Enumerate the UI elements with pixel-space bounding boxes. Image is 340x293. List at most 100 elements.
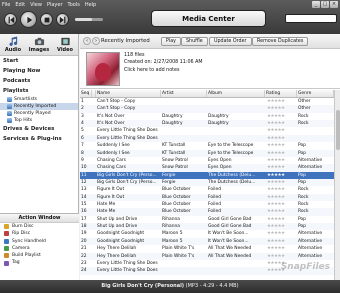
close-button[interactable]: × [330, 1, 338, 8]
table-row[interactable]: 21 Hey There Delilah Plain White T's All Th… [80, 245, 334, 252]
table-row[interactable]: 19 Goodnight Goodnight Maroon 5 It Won't Be… [80, 230, 334, 237]
col-album[interactable]: Album [207, 90, 265, 97]
col-artist[interactable]: Artist [161, 90, 207, 97]
action-item[interactable]: Tag [0, 259, 79, 266]
category-audio[interactable]: Audio [0, 34, 26, 55]
rating-stars-icon[interactable]: ★★★★★ [266, 202, 285, 207]
volume-slider[interactable] [75, 18, 103, 21]
col-name[interactable]: Name [96, 90, 161, 97]
rating-stars-icon[interactable]: ★★★★★ [266, 254, 285, 259]
menu-player[interactable]: Player [47, 1, 63, 9]
category-video[interactable]: Video [52, 34, 78, 55]
table-row[interactable]: 10 Chasing Cars Snow Patrol Eyes Open ★★★★★ A… [80, 164, 334, 172]
back-arrow-icon[interactable]: ‹ [83, 37, 91, 45]
next-button[interactable] [56, 13, 69, 26]
rating-stars-icon[interactable]: ★★★★★ [266, 224, 285, 229]
col-seq[interactable]: Seq [80, 90, 92, 97]
rating-stars-icon[interactable]: ★★★★★ [266, 217, 285, 222]
table-row[interactable]: 2 Can't Stop - Copy ★★★★★ Other [80, 105, 334, 113]
table-row[interactable]: 20 Goodnight Goodnight Maroon 5 It Won't Be… [80, 237, 334, 246]
minimize-button[interactable]: _ [312, 1, 320, 8]
action-icon [4, 246, 9, 252]
table-row[interactable]: 3 It's Not Over Daughtry Daughtry ★★★★★ Rock [80, 113, 334, 120]
previous-button[interactable] [4, 13, 17, 26]
action-item[interactable]: Burn Disc [0, 223, 79, 230]
action-item[interactable]: Rip Disc [0, 230, 79, 237]
update-order-button[interactable]: Update Order [209, 37, 252, 46]
menu-view[interactable]: View [30, 1, 42, 9]
nav-podcasts[interactable]: Podcasts [0, 76, 78, 86]
rating-stars-icon[interactable]: ★★★★★ [266, 128, 285, 133]
nav-start[interactable]: Start [0, 56, 78, 66]
rating-stars-icon[interactable]: ★★★★★ [266, 165, 285, 170]
table-row[interactable]: 18 Shut Up and Drive Rihanna Good Girl Gone… [80, 223, 334, 231]
category-images[interactable]: Images [26, 34, 52, 55]
cell-rating: ★★★★★ [265, 98, 297, 105]
scroll-thumb[interactable] [336, 110, 340, 150]
vertical-scrollbar[interactable] [334, 90, 340, 280]
playlist-recently-imported[interactable]: Recently Imported [0, 103, 78, 110]
playlist-recently-played[interactable]: Recently Played [0, 110, 78, 117]
rating-stars-icon[interactable]: ★★★★★ [266, 158, 285, 163]
cell-album [207, 127, 265, 134]
playlist-smartlists[interactable]: Smartlists [0, 96, 78, 103]
nav-playlists[interactable]: Playlists [0, 86, 78, 96]
action-item[interactable]: Build Playlist [0, 252, 79, 259]
nav-drives-devices[interactable]: Drives & Devices [0, 124, 78, 134]
rating-stars-icon[interactable]: ★★★★★ [266, 173, 285, 178]
rating-stars-icon[interactable]: ★★★★★ [266, 99, 285, 104]
rating-stars-icon[interactable]: ★★★★★ [266, 195, 285, 200]
rating-stars-icon[interactable]: ★★★★★ [266, 246, 285, 251]
table-row[interactable]: 6 Every Little Thing She Does ★★★★★ [80, 134, 334, 143]
search-input[interactable] [285, 14, 337, 23]
menu-tools[interactable]: Tools [68, 1, 80, 9]
table-row[interactable]: 17 Shut Up and Drive Rihanna Good Girl Gone… [80, 216, 334, 223]
menu-file[interactable]: File [2, 1, 10, 9]
table-row[interactable]: 11 Big Girls Don't Cry (Perso... Fergie The… [80, 171, 334, 179]
action-item[interactable]: Sync Handheld [0, 238, 79, 245]
table-row[interactable]: 9 Chasing Cars Snow Patrol Eyes Open ★★★★★ Al… [80, 157, 334, 164]
rating-stars-icon[interactable]: ★★★★★ [266, 180, 285, 185]
cell-name: Goodnight Goodnight [97, 231, 145, 237]
rating-stars-icon[interactable]: ★★★★★ [266, 187, 285, 192]
shuffle-button[interactable]: Shuffle [181, 37, 208, 46]
rating-stars-icon[interactable]: ★★★★★ [266, 209, 285, 214]
col-genre[interactable]: Genre [297, 90, 334, 97]
rating-stars-icon[interactable]: ★★★★★ [266, 151, 285, 156]
nav-playing-now[interactable]: Playing Now [0, 66, 78, 76]
forward-arrow-icon[interactable]: › [92, 37, 100, 45]
cell-rating: ★★★★★ [265, 253, 297, 260]
table-row[interactable]: 14 Figure It Out Blue October Foiled ★★★★★ Ro… [80, 193, 334, 202]
table-row[interactable]: 12 Big Girls Don't Cry (Perso... Fergie The… [80, 178, 334, 187]
table-row[interactable]: 22 Hey There Delilah Plain White T's All Th… [80, 252, 334, 260]
table-row[interactable]: 16 Hate Me Blue October Foiled ★★★★★ Rock [80, 208, 334, 216]
remove-duplicates-button[interactable]: Remove Duplicates [252, 37, 309, 46]
table-row[interactable]: 13 Figure It Out Blue October Foiled ★★★★★ Ro… [80, 186, 334, 193]
rating-stars-icon[interactable]: ★★★★★ [266, 231, 285, 236]
col-rating[interactable]: Rating [265, 90, 297, 97]
add-notes-link[interactable]: Click here to add notes [124, 67, 180, 74]
maximize-button[interactable]: □ [321, 1, 329, 8]
rating-stars-icon[interactable]: ★★★★★ [266, 143, 285, 148]
table-row[interactable]: 15 Hate Me Blue October Foiled ★★★★★ Rock [80, 201, 334, 208]
nav-services-plugins[interactable]: Services & Plug-ins [0, 134, 78, 144]
rating-stars-icon[interactable]: ★★★★★ [266, 106, 285, 111]
table-row[interactable]: 1 Can't Stop - Copy ★★★★★ Other [80, 98, 334, 105]
table-row[interactable]: 5 Every Little Thing She Does ★★★★★ [80, 127, 334, 134]
stop-button[interactable] [40, 13, 53, 26]
table-row[interactable]: 4 It's Not Over Daughtry Daughtry ★★★★★ Rock [80, 120, 334, 128]
menu-help[interactable]: Help [85, 1, 96, 9]
table-row[interactable]: 8 Suddenly I See KT Tunstall Eye to the Tel… [80, 149, 334, 157]
rating-stars-icon[interactable]: ★★★★★ [266, 136, 285, 141]
play-button[interactable] [20, 11, 37, 28]
cell-genre: Rock [298, 194, 309, 200]
menu-edit[interactable]: Edit [15, 1, 25, 9]
rating-stars-icon[interactable]: ★★★★★ [266, 114, 285, 119]
action-item[interactable]: Camera [0, 245, 79, 252]
playlist-name[interactable]: Recently Imported [101, 37, 150, 45]
table-row[interactable]: 7 Suddenly I See KT Tunstall Eye to the Tel… [80, 142, 334, 149]
rating-stars-icon[interactable]: ★★★★★ [266, 239, 285, 244]
playlist-top-hits[interactable]: Top Hits [0, 117, 78, 124]
rating-stars-icon[interactable]: ★★★★★ [266, 121, 285, 126]
play-playlist-button[interactable]: Play [161, 37, 182, 46]
